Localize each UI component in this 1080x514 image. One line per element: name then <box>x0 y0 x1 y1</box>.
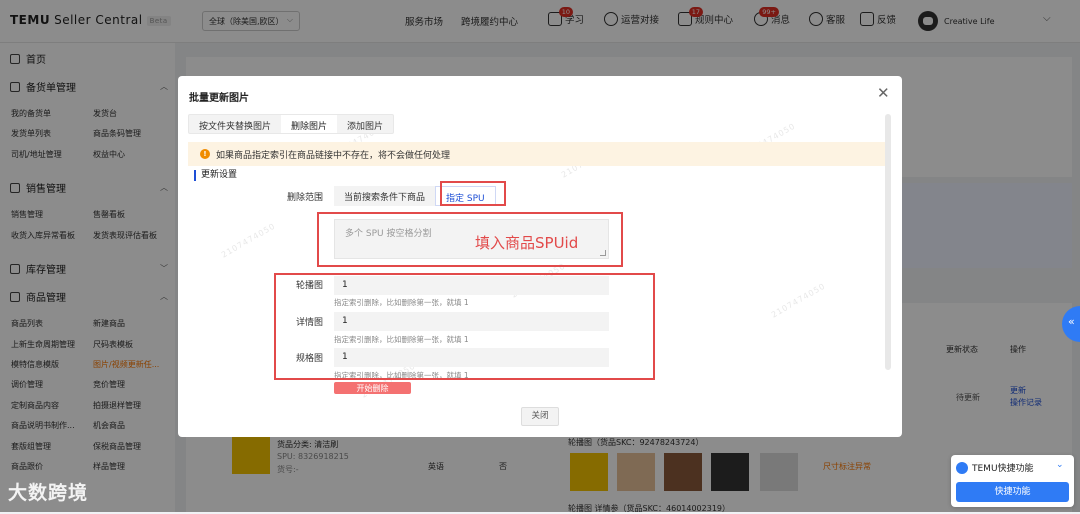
watermark-text: 2107474050 <box>769 281 828 320</box>
quick-functions-button[interactable]: 快捷功能 <box>956 482 1069 502</box>
annotation-note: 填入商品SPUid <box>475 234 579 252</box>
warning-alert: ! 如果商品指定索引在商品链接中不存在，将不会做任何处理 <box>188 142 888 166</box>
warning-icon: ! <box>200 149 210 159</box>
batch-update-images-dialog: 2107474050 2107474050 2107474050 2107474… <box>178 76 902 437</box>
watermark-text: 2107474050 <box>219 221 278 260</box>
watermark-logo: 大数跨境 <box>8 478 88 505</box>
section-title: 更新设置 <box>194 170 237 181</box>
scope-option-current-search[interactable]: 当前搜索条件下商品 <box>334 186 436 206</box>
annotation-box <box>274 273 655 380</box>
collapse-icon[interactable]: ⌄ <box>1056 460 1064 470</box>
scrollbar-track[interactable] <box>885 114 891 370</box>
tab-add-images[interactable]: 添加图片 <box>337 115 393 133</box>
watermark-logo-text: 大数跨境 <box>8 482 89 504</box>
delete-scope-label: 删除范围 <box>286 193 323 203</box>
tab-delete-images[interactable]: 删除图片 <box>281 115 338 133</box>
close-icon[interactable]: ✕ <box>877 84 890 102</box>
start-delete-button[interactable]: 开始删除 <box>334 382 411 394</box>
alert-text: 如果商品指定索引在商品链接中不存在，将不会做任何处理 <box>216 151 451 161</box>
quick-header: TEMU快捷功能 <box>956 461 1034 474</box>
dialog-tabs: 按文件夹替换图片 删除图片 添加图片 <box>188 114 395 134</box>
close-button[interactable]: 关闭 <box>521 407 559 426</box>
quick-functions-panel: TEMU快捷功能 ⌄ 快捷功能 <box>951 455 1074 507</box>
temu-icon <box>956 461 968 474</box>
tab-replace-by-folder[interactable]: 按文件夹替换图片 <box>189 115 281 133</box>
annotation-box <box>440 181 506 206</box>
quick-title: TEMU快捷功能 <box>972 464 1034 474</box>
dialog-title: 批量更新图片 <box>189 93 249 104</box>
